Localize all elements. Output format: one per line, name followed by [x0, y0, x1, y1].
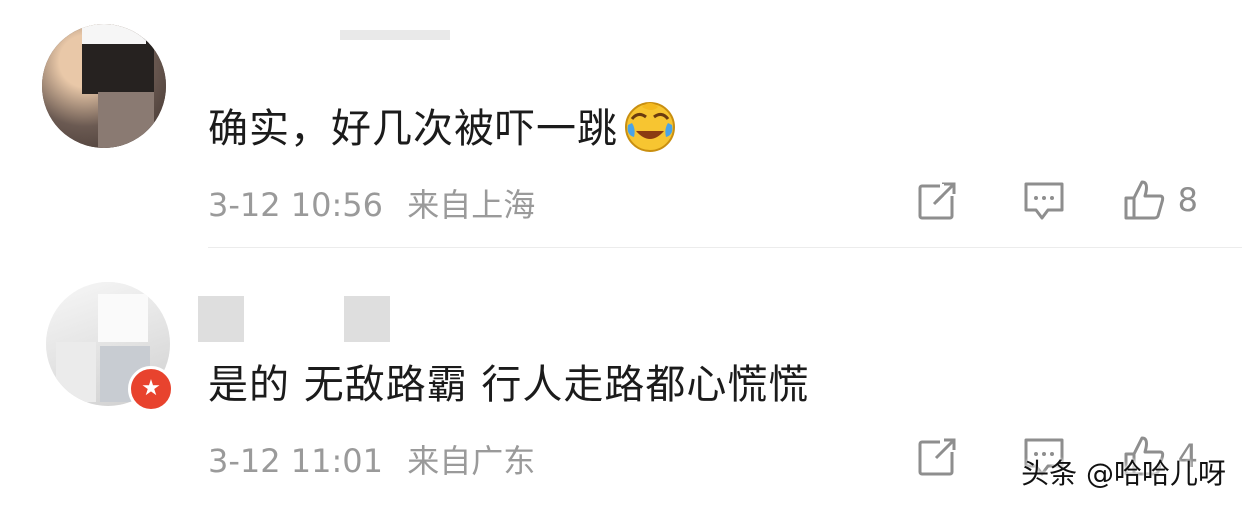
reply-button[interactable]: [1022, 178, 1066, 222]
timestamp: 3-12 11:01: [208, 442, 384, 480]
comment-meta: 3-12 11:01 来自广东: [208, 436, 535, 482]
divider: [208, 247, 1242, 248]
watermark: 头条 @哈哈儿呀: [1021, 457, 1226, 490]
comment-text: 是的 无敌路霸 行人走路都心慌慌: [208, 362, 810, 408]
star-icon: ★: [141, 376, 161, 401]
comment-icon: [1024, 182, 1064, 220]
comment-text: 确实，好几次被吓一跳: [208, 96, 676, 154]
location: 来自广东: [407, 442, 536, 480]
share-button[interactable]: [916, 434, 960, 478]
like-button[interactable]: 8: [1122, 178, 1198, 222]
share-button[interactable]: [916, 178, 960, 222]
verified-badge: ★: [128, 366, 174, 412]
username-redacted[interactable]: [340, 30, 450, 40]
username-redacted[interactable]: [198, 296, 244, 342]
timestamp: 3-12 10:56: [208, 186, 384, 224]
like-count: 8: [1177, 181, 1198, 219]
thumbs-up-icon: [1124, 180, 1164, 220]
location: 来自上海: [407, 186, 536, 224]
share-icon: [918, 438, 956, 476]
username-redacted[interactable]: [344, 296, 390, 342]
share-icon: [918, 182, 956, 220]
laughing-crying-emoji-icon: [624, 101, 676, 153]
comment-actions: 8: [916, 178, 1198, 222]
comment-meta: 3-12 10:56 来自上海: [208, 180, 535, 226]
avatar[interactable]: [42, 24, 166, 148]
comment-item: 确实，好几次被吓一跳 3-12 10:56 来自上海 8: [0, 0, 1242, 250]
